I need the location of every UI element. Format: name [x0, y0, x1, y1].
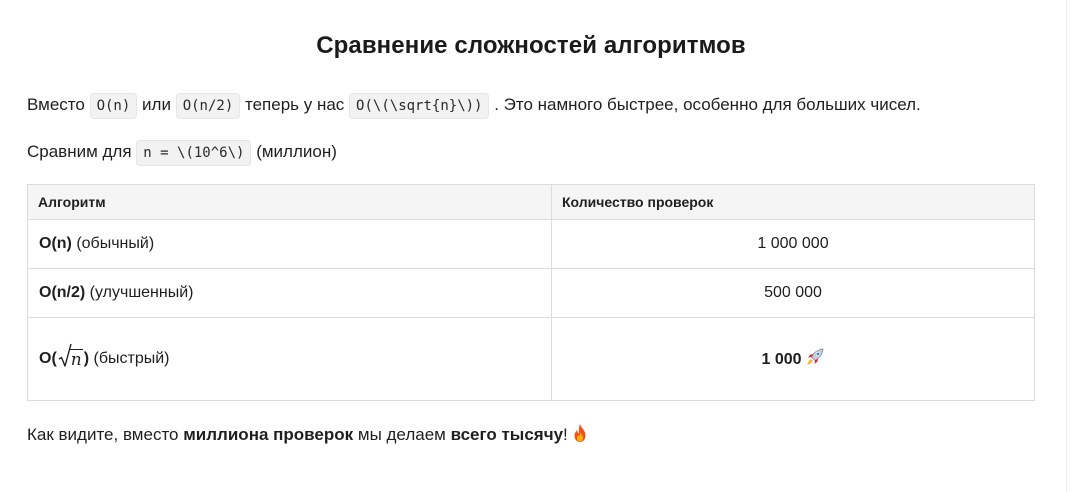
algorithm-note: (улучшенный): [89, 284, 194, 301]
page-title: Сравнение сложностей алгоритмов: [316, 32, 746, 59]
compare-suffix: (миллион): [256, 142, 337, 161]
inline-code-sqrt: O(\(\sqrt{n}\)): [349, 93, 490, 119]
checks-count-value: 1 000: [761, 350, 802, 368]
inline-code-n-value: n = \(10^6\): [136, 140, 252, 166]
table-row: O(n/2) (улучшенный) 500 000: [27, 268, 1035, 318]
algorithm-note: (обычный): [76, 235, 155, 252]
algorithm-name: O(n): [39, 235, 72, 252]
table-row: O(n) (быстрый) 1 000: [27, 317, 1035, 401]
intro-paragraph: Вместо O(n) или O(n/2) теперь у нас O(\(…: [27, 92, 921, 119]
compare-prefix: Сравним для: [27, 142, 132, 161]
algorithm-name-open: O(: [39, 349, 57, 367]
algorithm-cell: O(n/2) (улучшенный): [27, 268, 552, 318]
intro-suffix: . Это намного быстрее, особенно для боль…: [494, 95, 921, 114]
algorithm-name: O(n): [39, 343, 90, 370]
complexity-table: Алгоритм Количество проверок O(n) (обычн…: [27, 184, 1035, 401]
sqrt-expression: n: [58, 343, 83, 370]
header-checks-count: Количество проверок: [551, 184, 1035, 220]
checks-count-cell: 1 000 000: [551, 219, 1035, 269]
header-algorithm: Алгоритм: [27, 184, 552, 220]
conclusion-prefix: Как видите, вместо: [27, 425, 179, 444]
fire-icon: [571, 423, 589, 451]
algorithm-cell: O(n) (обычный): [27, 219, 552, 269]
algorithm-cell: O(n) (быстрый): [27, 317, 552, 401]
algorithm-note: (быстрый): [93, 349, 170, 367]
intro-mid1: или: [142, 95, 171, 114]
conclusion-mid: мы делаем: [357, 425, 446, 444]
compare-paragraph: Сравним для n = \(10^6\) (миллион): [27, 139, 337, 166]
conclusion-emphasis-1: миллиона проверок: [183, 425, 354, 444]
algorithm-name-close: ): [83, 349, 90, 367]
checks-count-cell: 500 000: [551, 268, 1035, 318]
conclusion-paragraph: Как видите, вместо миллиона проверок мы …: [27, 422, 589, 451]
conclusion-emphasis-2: всего тысячу: [450, 425, 564, 444]
inline-code-linear: O(n): [89, 93, 138, 119]
table-row: O(n) (обычный) 1 000 000: [27, 219, 1035, 269]
radical-sign-icon: [58, 343, 72, 367]
page-edge-divider: [1066, 0, 1067, 492]
inline-code-half: O(n/2): [175, 93, 241, 119]
checks-count-cell: 1 000: [551, 317, 1035, 401]
table-header-row: Алгоритм Количество проверок: [27, 184, 1035, 220]
intro-mid2: теперь у нас: [245, 95, 345, 114]
intro-prefix: Вместо: [27, 95, 85, 114]
conclusion-suffix: !: [563, 425, 568, 444]
rocket-icon: [805, 347, 825, 372]
algorithm-name: O(n/2): [39, 284, 86, 301]
